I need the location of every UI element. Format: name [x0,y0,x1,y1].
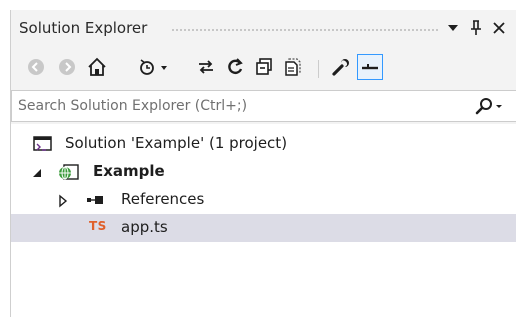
typescript-file-icon: TS [89,219,113,237]
pending-changes-filter-icon [140,59,167,75]
back-button[interactable] [23,54,49,80]
tree-item-app-ts[interactable]: TS app.ts [11,214,516,242]
wrench-icon [332,59,349,76]
references-icon [85,191,105,209]
tree-item-solution[interactable]: Solution 'Example' (1 project) [11,130,516,158]
expanded-arrow-icon[interactable] [31,165,43,179]
forward-arrow-icon [59,59,75,75]
collapse-all-icon [256,58,272,75]
preview-selected-items-icon [362,64,378,70]
tree-item-label: References [121,190,205,208]
tree-item-references[interactable]: References [11,186,516,214]
tree-item-label: Solution 'Example' (1 project) [65,134,288,152]
refresh-icon [228,58,243,75]
web-project-icon [57,163,79,181]
title-bar: Solution Explorer [11,10,516,46]
solution-icon [33,135,53,153]
close-icon [493,22,505,34]
typescript-badge: TS [89,219,107,233]
tree-item-label: Example [93,162,165,180]
drag-grip[interactable] [171,28,439,32]
search-input[interactable] [18,94,458,118]
panel-title: Solution Explorer [19,19,148,37]
toolbar-separator [318,60,319,78]
properties-button[interactable] [328,54,354,80]
show-all-files-icon [285,58,301,76]
collapse-all-button[interactable] [251,54,277,80]
show-all-files-button[interactable] [280,54,306,80]
tree-item-project-example[interactable]: Example [11,158,516,186]
refresh-button[interactable] [222,54,248,80]
sync-arrows-icon [199,60,213,74]
solution-tree: Solution 'Example' (1 project) Example R… [11,124,516,317]
dropdown-arrow-icon [448,25,458,31]
collapsed-arrow-icon[interactable] [57,193,69,208]
back-arrow-icon [28,59,44,75]
pending-changes-filter-button[interactable] [136,54,172,80]
preview-selected-items-button[interactable] [357,54,383,80]
window-position-dropdown-button[interactable] [443,16,463,40]
solution-explorer-panel: Solution Explorer Search Solution Explor… [10,10,516,317]
forward-button[interactable] [54,54,80,80]
toolbar [11,48,516,86]
home-button[interactable] [84,54,110,80]
auto-hide-pin-button[interactable] [466,16,486,40]
search-icon [475,98,502,115]
search-options-button[interactable] [474,96,504,118]
sync-with-active-document-button[interactable] [193,54,219,80]
tree-item-label: app.ts [121,218,168,236]
search-box[interactable] [11,90,516,122]
close-button[interactable] [489,16,509,40]
home-icon [88,57,106,76]
pin-icon [471,20,481,35]
